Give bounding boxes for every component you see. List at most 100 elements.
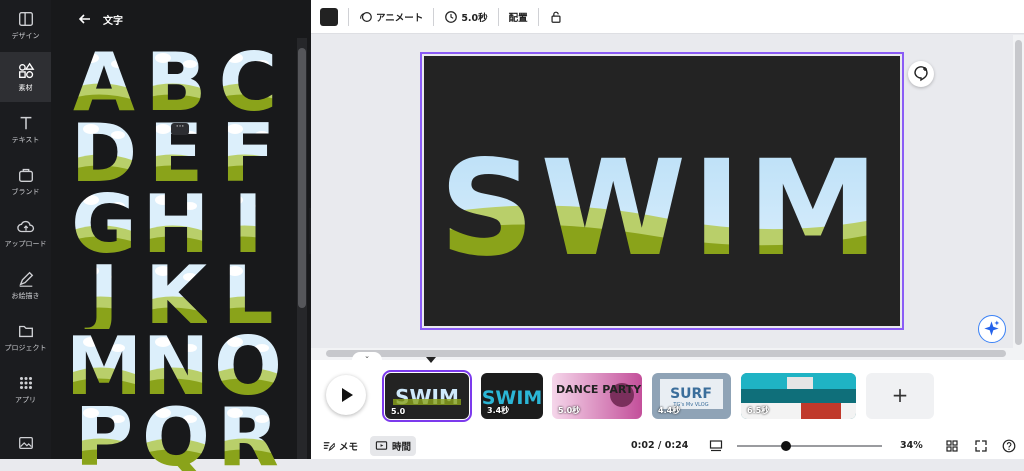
letter-tile-r[interactable]: R <box>217 399 279 471</box>
rail-item-label: お絵描き <box>11 291 40 300</box>
letter-tile-a[interactable]: A <box>73 44 135 116</box>
add-comment-button[interactable] <box>908 61 934 87</box>
more-options-icon[interactable]: ··· <box>171 123 189 135</box>
letter-tile-k[interactable]: K <box>145 257 207 329</box>
letter-art: R <box>217 399 279 471</box>
letter-art: F <box>221 115 276 187</box>
letter-glyph: K <box>145 257 207 329</box>
letter-glyph: P <box>75 399 134 471</box>
letter-tile-m[interactable]: M <box>73 328 135 400</box>
letter-tile-b[interactable]: B <box>145 44 207 116</box>
animate-button[interactable]: アニメート <box>359 10 423 24</box>
rail-item-label: 素材 <box>18 83 33 92</box>
play-icon <box>342 388 353 402</box>
animate-label: アニメート <box>376 12 424 24</box>
back-arrow-icon[interactable] <box>77 11 93 27</box>
rail-item-elements[interactable]: 素材 <box>0 52 51 102</box>
letter-tile-d[interactable]: D <box>73 115 135 187</box>
animate-icon <box>360 11 372 22</box>
unlock-icon <box>551 11 561 23</box>
swim-artwork: SWIM <box>439 132 884 286</box>
letter-glyph: M <box>73 328 135 400</box>
letter-art: C <box>219 44 278 116</box>
zoom-slider[interactable] <box>737 441 882 451</box>
panel-scrollbar-thumb[interactable] <box>298 48 306 308</box>
play-button[interactable] <box>326 375 366 415</box>
rail-item-design[interactable]: デザイン <box>0 0 51 50</box>
letter-glyph: C <box>219 44 278 116</box>
letter-glyph: D <box>73 115 135 187</box>
zoom-slider-knob[interactable] <box>781 441 792 451</box>
rail-item-brand[interactable]: ブランド <box>0 156 51 206</box>
timecode: 0:02 / 0:24 <box>631 440 689 451</box>
fullscreen-icon[interactable] <box>974 439 988 453</box>
rail-item-draw[interactable]: お絵描き <box>0 260 51 310</box>
layout-icon <box>18 11 33 26</box>
position-button[interactable]: 配置 <box>509 10 528 24</box>
swim-word: SWIM <box>439 132 884 286</box>
comment-plus-icon <box>914 66 928 82</box>
letter-tile-g[interactable]: G <box>73 186 135 258</box>
letter-tile-j[interactable]: J <box>73 257 135 329</box>
background-color-swatch[interactable] <box>320 7 338 26</box>
clip-title: DANCE PARTY <box>556 383 642 396</box>
rail-item-projects[interactable]: プロジェクト <box>0 312 51 362</box>
timeline-clip-2[interactable]: SWIM 3.4秒 <box>481 373 543 419</box>
elements-icon <box>18 62 34 78</box>
duration-button[interactable]: 5.0秒 <box>444 10 488 24</box>
letter-tile-o[interactable]: O <box>217 328 279 400</box>
timeline-clip-3[interactable]: DANCE PARTY 5.0秒 <box>552 373 642 419</box>
canvas-area: SWIM <box>311 35 1013 348</box>
add-page-button[interactable]: + <box>866 373 934 419</box>
draw-icon <box>18 271 33 287</box>
design-page[interactable]: SWIM <box>420 52 904 330</box>
letter-tile-p[interactable]: P <box>73 399 135 471</box>
elements-panel: 文字 ABCDEFGHIJKLMNOPQR ··· <box>51 0 311 471</box>
side-rail: デザイン 素材 テキスト ブランド アップロード お絵描き プロジェクト アプリ <box>0 0 51 459</box>
notes-button[interactable]: メモ <box>317 436 363 456</box>
panel-header: 文字 <box>51 0 311 38</box>
duration-label: 5.0秒 <box>461 12 488 24</box>
letter-art: O <box>217 328 279 400</box>
letter-art: K <box>145 257 207 329</box>
rail-item-upload[interactable]: アップロード <box>0 208 51 258</box>
clip-title: SWIM <box>395 385 459 409</box>
playhead-marker[interactable] <box>426 357 436 363</box>
clock-icon <box>445 10 458 23</box>
letter-tile-q[interactable]: Q <box>145 399 207 471</box>
help-icon[interactable] <box>1002 439 1016 453</box>
letter-art: I <box>233 186 263 258</box>
clip-duration: 3.4秒 <box>487 406 510 415</box>
rail-item-label: アプリ <box>15 395 36 404</box>
canvas-horizontal-scrollbar-thumb[interactable] <box>326 350 1006 357</box>
timing-button[interactable]: 時間 <box>370 435 417 456</box>
sparkle-icon <box>984 320 1000 336</box>
page-thumbnail-view-icon[interactable] <box>709 439 723 453</box>
letter-art: J <box>84 257 119 329</box>
letter-art: H <box>145 186 207 258</box>
timeline-clip-5[interactable]: 6.5秒 <box>741 373 856 419</box>
letter-tile-l[interactable]: L <box>217 257 279 329</box>
grid-view-icon[interactable] <box>945 439 959 453</box>
zoom-percentage[interactable]: 34% <box>900 440 923 451</box>
canvas-vertical-scrollbar-thumb[interactable] <box>1015 40 1022 345</box>
letter-tile-n[interactable]: N <box>145 328 207 400</box>
rail-item-apps[interactable]: アプリ <box>0 364 51 414</box>
letter-tile-i[interactable]: I <box>217 186 279 258</box>
rail-item-text[interactable]: テキスト <box>0 104 51 154</box>
magic-assistant-button[interactable] <box>978 315 1006 343</box>
text-icon <box>20 116 31 129</box>
letter-tile-f[interactable]: F <box>217 115 279 187</box>
letter-art: L <box>223 257 274 329</box>
lock-button[interactable] <box>549 10 566 24</box>
timeline-clip-4[interactable]: SURF TG's Mv VLOG 4.4秒 <box>652 373 731 419</box>
timeline-clip-1[interactable]: SWIM 5.0 <box>382 370 472 422</box>
editor-toolbar: アニメート 5.0秒 配置 <box>311 0 1024 34</box>
rail-item-label: アップロード <box>4 239 47 248</box>
letter-tile-c[interactable]: C <box>217 44 279 116</box>
letter-tile-h[interactable]: H <box>145 186 207 258</box>
rail-item-photos[interactable] <box>0 428 51 458</box>
divider <box>348 7 349 26</box>
notes-icon <box>323 442 335 452</box>
rail-item-label: デザイン <box>11 31 40 40</box>
